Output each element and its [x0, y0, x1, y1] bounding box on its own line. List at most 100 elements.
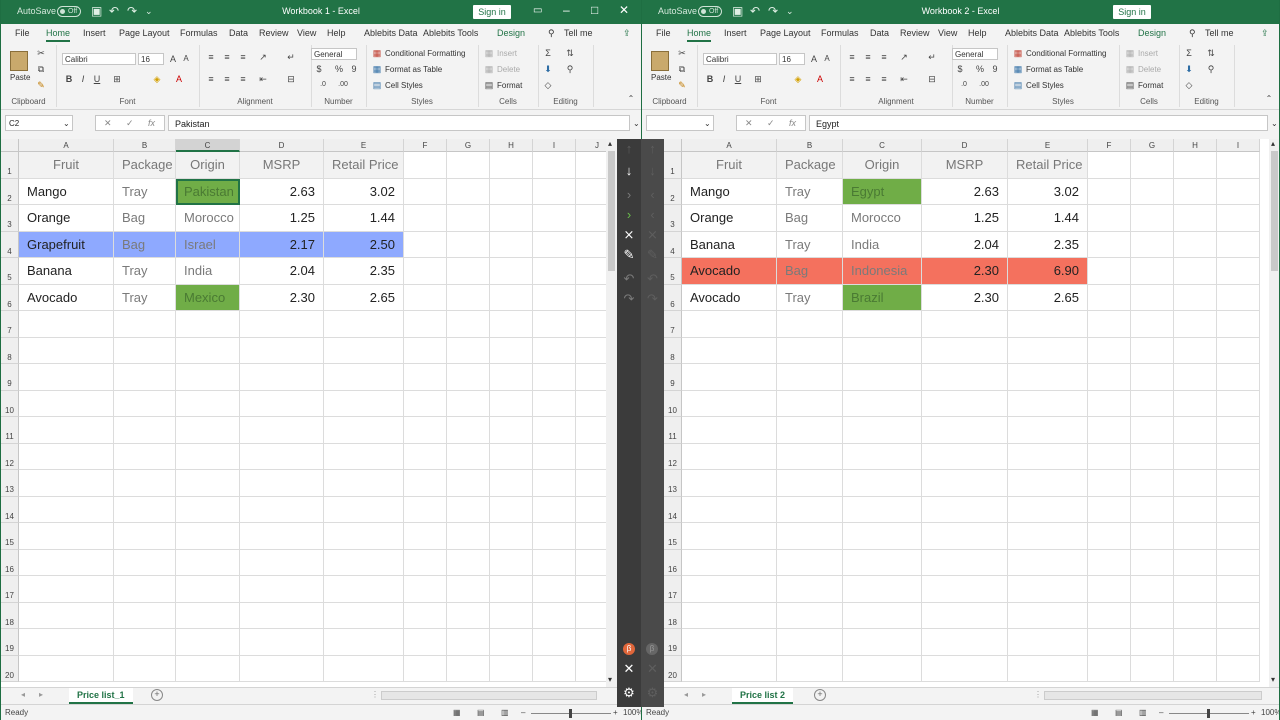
- share-icon[interactable]: ⇪: [623, 28, 631, 39]
- empty-cell[interactable]: [176, 496, 240, 523]
- empty-cell[interactable]: [1008, 364, 1088, 391]
- empty-cell[interactable]: [176, 311, 240, 338]
- empty-cell[interactable]: [533, 284, 576, 311]
- push-right-all-icon[interactable]: ›: [617, 207, 641, 223]
- header-cell-retail-price[interactable]: Retail Price: [324, 152, 404, 179]
- empty-cell[interactable]: [777, 576, 843, 603]
- empty-cell[interactable]: [922, 523, 1008, 550]
- conditional-formatting-icon[interactable]: ▦: [1012, 47, 1024, 59]
- align-top-icon[interactable]: ≡: [846, 51, 858, 63]
- empty-cell[interactable]: [404, 655, 447, 682]
- tab-view[interactable]: View: [297, 28, 316, 38]
- empty-cell[interactable]: [240, 443, 324, 470]
- empty-cell[interactable]: [533, 337, 576, 364]
- empty-cell[interactable]: [682, 443, 777, 470]
- sort-filter-icon[interactable]: ⇅: [564, 47, 576, 59]
- data-cell[interactable]: 2.30: [922, 258, 1008, 285]
- empty-cell[interactable]: [114, 549, 176, 576]
- font-color-icon[interactable]: A: [173, 73, 185, 85]
- find-select-icon[interactable]: ⚲: [1205, 63, 1217, 75]
- header-cell-msrp[interactable]: MSRP: [240, 152, 324, 179]
- empty-cell[interactable]: [447, 337, 490, 364]
- empty-cell[interactable]: [1217, 152, 1260, 179]
- empty-cell[interactable]: [1131, 549, 1174, 576]
- maximize-icon[interactable]: □: [591, 3, 598, 17]
- tab-formulas[interactable]: Formulas: [821, 28, 859, 38]
- empty-cell[interactable]: [19, 602, 114, 629]
- decrease-font-icon[interactable]: A: [821, 53, 833, 65]
- empty-cell[interactable]: [114, 655, 176, 682]
- empty-cell[interactable]: [1088, 284, 1131, 311]
- empty-cell[interactable]: [843, 417, 922, 444]
- data-cell[interactable]: 2.63: [922, 178, 1008, 205]
- empty-cell[interactable]: [576, 338, 607, 364]
- empty-cell[interactable]: [533, 364, 576, 391]
- column-header-A[interactable]: A: [682, 139, 777, 152]
- data-cell[interactable]: Mango: [19, 178, 114, 205]
- zoom-in-icon[interactable]: +: [613, 708, 618, 717]
- empty-cell[interactable]: [576, 417, 607, 444]
- empty-cell[interactable]: [1131, 205, 1174, 232]
- empty-cell[interactable]: [1217, 178, 1260, 205]
- empty-cell[interactable]: [843, 523, 922, 550]
- empty-cell[interactable]: [324, 364, 404, 391]
- empty-cell[interactable]: [1174, 364, 1217, 391]
- align-left-icon[interactable]: ≡: [205, 73, 217, 85]
- sort-filter-icon[interactable]: ⇅: [1205, 47, 1217, 59]
- empty-cell[interactable]: [922, 337, 1008, 364]
- empty-cell[interactable]: [576, 364, 607, 391]
- empty-cell[interactable]: [1131, 231, 1174, 258]
- empty-cell[interactable]: [447, 602, 490, 629]
- data-cell[interactable]: 2.17: [240, 231, 324, 258]
- empty-cell[interactable]: [19, 496, 114, 523]
- empty-cell[interactable]: [1131, 364, 1174, 391]
- empty-cell[interactable]: [922, 364, 1008, 391]
- row-header-6[interactable]: 6: [664, 284, 682, 311]
- format-as-table-button[interactable]: Format as Table: [385, 65, 442, 74]
- empty-cell[interactable]: [490, 390, 533, 417]
- empty-cell[interactable]: [1088, 178, 1131, 205]
- empty-cell[interactable]: [1088, 470, 1131, 497]
- select-all-corner[interactable]: [664, 139, 682, 152]
- empty-cell[interactable]: [114, 576, 176, 603]
- empty-cell[interactable]: [1131, 523, 1174, 550]
- data-cell[interactable]: Mexico: [176, 284, 240, 311]
- empty-cell[interactable]: [19, 655, 114, 682]
- empty-cell[interactable]: [447, 523, 490, 550]
- empty-cell[interactable]: [1088, 390, 1131, 417]
- zoom-out-icon[interactable]: –: [521, 708, 525, 717]
- empty-cell[interactable]: [1217, 576, 1260, 603]
- empty-cell[interactable]: [1174, 470, 1217, 497]
- header-cell-origin[interactable]: Origin: [176, 152, 240, 179]
- empty-cell[interactable]: [1131, 496, 1174, 523]
- empty-cell[interactable]: [404, 311, 447, 338]
- empty-cell[interactable]: [1217, 496, 1260, 523]
- empty-cell[interactable]: [922, 655, 1008, 682]
- data-cell[interactable]: Mango: [682, 178, 777, 205]
- sheet-options-icon[interactable]: ⋮: [1034, 690, 1042, 699]
- row-header-2[interactable]: 2: [664, 178, 682, 205]
- row-header-19[interactable]: 19: [1, 629, 19, 656]
- column-header-F[interactable]: F: [1088, 139, 1131, 152]
- sheet-options-icon[interactable]: ⋮: [371, 690, 379, 699]
- empty-cell[interactable]: [447, 311, 490, 338]
- empty-cell[interactable]: [490, 311, 533, 338]
- empty-cell[interactable]: [490, 655, 533, 682]
- name-box-dropdown-icon[interactable]: ⌄: [63, 119, 70, 128]
- tab-review[interactable]: Review: [259, 28, 289, 38]
- empty-cell[interactable]: [1217, 629, 1260, 656]
- empty-cell[interactable]: [576, 391, 607, 417]
- tab-file[interactable]: File: [15, 28, 30, 38]
- empty-cell[interactable]: [490, 364, 533, 391]
- up-arrow-icon[interactable]: ↑: [617, 141, 641, 157]
- column-header-A[interactable]: A: [19, 139, 114, 152]
- empty-cell[interactable]: [176, 417, 240, 444]
- empty-cell[interactable]: [404, 496, 447, 523]
- decrease-decimal-icon[interactable]: .00: [337, 79, 349, 91]
- italic-icon[interactable]: I: [718, 73, 730, 85]
- data-cell[interactable]: 1.44: [324, 205, 404, 232]
- column-header-H[interactable]: H: [490, 139, 533, 152]
- data-cell[interactable]: Tray: [777, 178, 843, 205]
- empty-cell[interactable]: [1174, 496, 1217, 523]
- empty-cell[interactable]: [843, 655, 922, 682]
